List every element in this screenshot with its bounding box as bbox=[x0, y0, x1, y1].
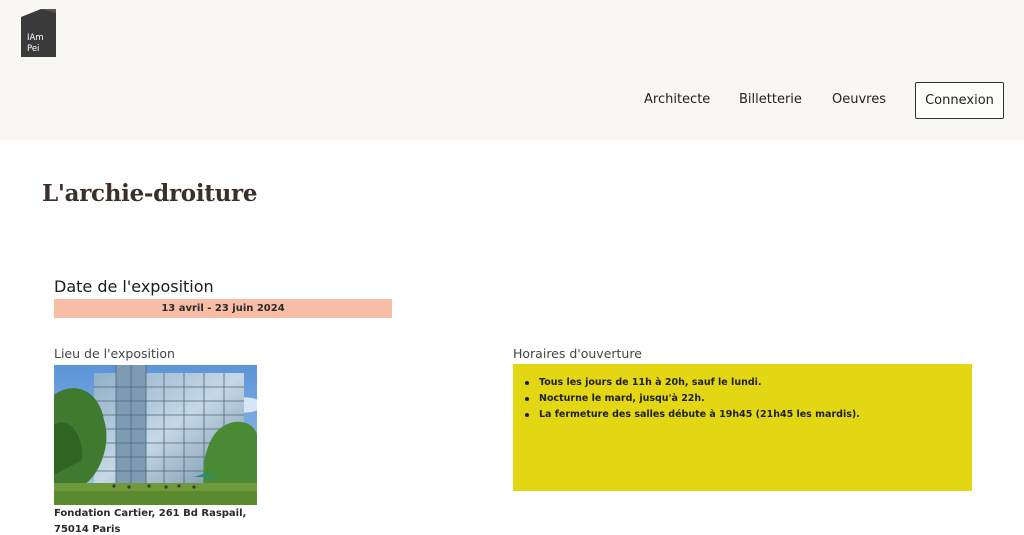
list-item: Nocturne le mard, jusqu'à 22h. bbox=[525, 391, 972, 407]
site-logo[interactable]: IAm Pei bbox=[21, 9, 56, 57]
nav-billetterie[interactable]: Billetterie bbox=[739, 82, 802, 118]
date-heading: Date de l'exposition bbox=[54, 277, 214, 296]
venue-photo bbox=[54, 365, 257, 505]
date-banner: 13 avril - 23 juin 2024 bbox=[54, 299, 392, 318]
horaires-label: Horaires d'ouverture bbox=[513, 346, 642, 361]
logo-line1: IAm bbox=[27, 33, 44, 43]
address-line2: 75014 Paris bbox=[54, 524, 121, 535]
site-header: IAm Pei Architecte Billetterie Oeuvres C… bbox=[0, 0, 1024, 140]
horaires-box: Tous les jours de 11h à 20h, sauf le lun… bbox=[513, 364, 972, 491]
list-item: La fermeture des salles débute à 19h45 (… bbox=[525, 407, 972, 423]
horaires-list: Tous les jours de 11h à 20h, sauf le lun… bbox=[525, 375, 972, 423]
lieu-label: Lieu de l'exposition bbox=[54, 346, 175, 361]
connexion-button[interactable]: Connexion bbox=[915, 82, 1004, 119]
page-title: L'archie-droiture bbox=[42, 180, 258, 207]
nav-oeuvres[interactable]: Oeuvres bbox=[832, 82, 886, 118]
exhibition-dates: 13 avril - 23 juin 2024 bbox=[161, 303, 285, 314]
logo-line2: Pei bbox=[27, 44, 40, 54]
address-line1: Fondation Cartier, 261 Bd Raspail, bbox=[54, 508, 247, 519]
venue-address: Fondation Cartier, 261 Bd Raspail, 75014… bbox=[54, 506, 246, 535]
building-image-icon bbox=[54, 365, 257, 505]
nav-architecte[interactable]: Architecte bbox=[644, 82, 710, 118]
list-item: Tous les jours de 11h à 20h, sauf le lun… bbox=[525, 375, 972, 391]
logo-text: IAm Pei bbox=[27, 33, 44, 55]
